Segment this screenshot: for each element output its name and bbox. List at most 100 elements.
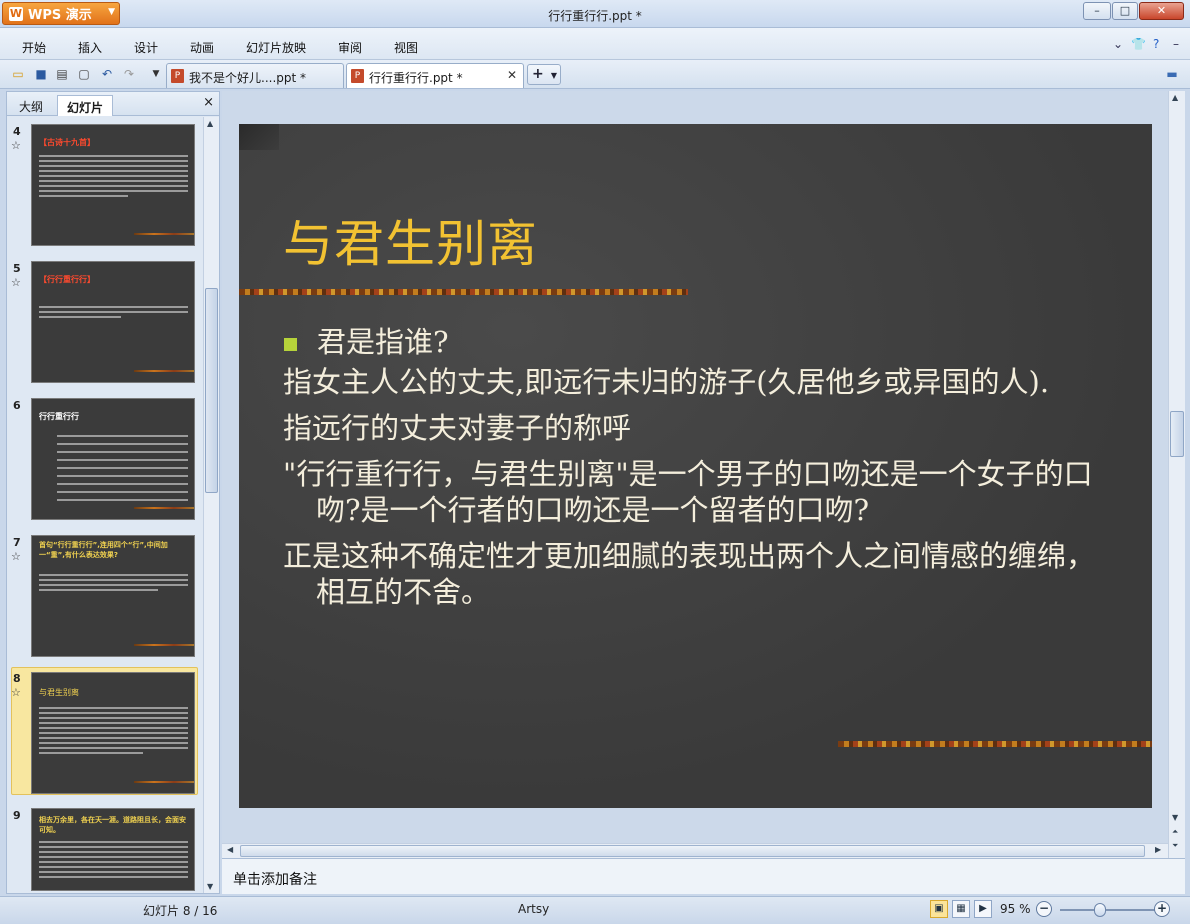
notes-pane[interactable]: 单击添加备注 <box>222 858 1185 894</box>
slide-number: 5 <box>13 262 21 275</box>
thumbnail-title: 行行重行行 <box>39 412 79 421</box>
slide-thumbnail-4[interactable]: 【古诗十九首】 <box>31 124 195 246</box>
minimize-button[interactable]: – <box>1083 2 1111 20</box>
current-slide[interactable]: 与君生别离 君是指谁? 指女主人公的丈夫,即远行未归的游子(久居他乡或异国的人)… <box>239 124 1152 808</box>
quick-access-toolbar: ▭ ■ ▤ ▢ ↶ ↷ ▼ P 我不是个好儿....ppt * P 行行重行行.… <box>0 60 1190 89</box>
slide-corner-decoration <box>239 124 279 150</box>
close-panel-icon[interactable]: × <box>203 95 214 110</box>
thumbnail-stripe <box>134 644 194 646</box>
thumbnail-stripe <box>134 370 194 372</box>
menu-design[interactable]: 设计 <box>134 39 158 56</box>
thumbnail-stripe <box>134 507 194 509</box>
thumbnail-text-lines <box>39 841 188 881</box>
undo-icon[interactable]: ↶ <box>99 66 115 82</box>
scroll-up-icon[interactable]: ▲ <box>207 119 213 128</box>
document-tab-2[interactable]: P 行行重行行.ppt * ✕ <box>346 63 524 88</box>
zoom-in-icon[interactable]: + <box>1154 901 1170 917</box>
tab-outline[interactable]: 大纲 <box>10 95 52 116</box>
tab-slides[interactable]: 幻灯片 <box>57 95 114 116</box>
zoom-level: 95 % <box>1000 902 1031 916</box>
print-preview-icon[interactable]: ▢ <box>76 66 92 82</box>
document-tab-label: 我不是个好儿....ppt * <box>189 71 307 85</box>
slide-thumbnail-5[interactable]: 【行行重行行】 <box>31 261 195 383</box>
normal-view-icon[interactable]: ▣ <box>930 900 948 918</box>
menu-review[interactable]: 审阅 <box>338 39 362 56</box>
slide-number: 8 <box>13 672 21 685</box>
status-bar: 幻灯片 8 / 16 Artsy ▣ ▦ ▶ 95 % − + <box>0 896 1190 924</box>
thumbnail-text-lines <box>39 306 188 321</box>
panel-tabs: 大纲 幻灯片 × <box>7 92 219 116</box>
panel-scrollbar[interactable]: ▲ ▼ <box>203 117 219 893</box>
zoom-slider-thumb[interactable] <box>1094 903 1106 917</box>
zoom-slider-track[interactable] <box>1060 909 1155 911</box>
menu-slideshow[interactable]: 幻灯片放映 <box>246 39 306 56</box>
close-button[interactable]: ✕ <box>1139 2 1184 20</box>
slide-sorter-view-icon[interactable]: ▦ <box>952 900 970 918</box>
scroll-down-icon[interactable]: ▼ <box>1172 813 1178 822</box>
window-layout-icon[interactable]: ▬ <box>1164 66 1180 82</box>
decorative-stripe-top <box>239 289 688 295</box>
slide-counter: 幻灯片 8 / 16 <box>143 904 218 918</box>
scroll-thumb[interactable] <box>205 288 218 493</box>
redo-icon[interactable]: ↷ <box>121 66 137 82</box>
thumbnail-text-lines <box>39 574 188 594</box>
next-slide-icon[interactable]: ⏷ <box>1172 841 1178 851</box>
window-title: 行行重行行.ppt * <box>548 9 642 23</box>
animation-star-icon: ☆ <box>11 550 21 563</box>
horizontal-scrollbar[interactable]: ◀ ▶ <box>222 843 1168 858</box>
thumbnail-title: 【行行重行行】 <box>39 275 95 284</box>
minimize-ribbon-icon[interactable]: – <box>1173 37 1179 51</box>
scroll-left-icon[interactable]: ◀ <box>227 845 233 854</box>
slideshow-view-icon[interactable]: ▶ <box>974 900 992 918</box>
menu-view[interactable]: 视图 <box>394 39 418 56</box>
slide-number: 6 <box>13 399 21 412</box>
customize-toolbar-icon[interactable]: ▼ <box>148 66 164 82</box>
thumbnail-text-lines <box>39 707 188 757</box>
zoom-out-icon[interactable]: − <box>1036 901 1052 917</box>
help-icon[interactable]: ? <box>1153 37 1159 51</box>
vertical-scrollbar[interactable]: ▲ ▼ ⏶ ⏷ <box>1168 91 1185 858</box>
chevron-down-icon: ▼ <box>550 71 557 80</box>
maximize-button[interactable]: □ <box>1112 2 1138 20</box>
menu-home[interactable]: 开始 <box>22 39 46 56</box>
ppt-file-icon: P <box>171 69 184 83</box>
skin-icon[interactable]: 👕 <box>1131 37 1146 51</box>
scroll-down-icon[interactable]: ▼ <box>207 882 213 891</box>
scroll-right-icon[interactable]: ▶ <box>1155 845 1161 854</box>
thumbnail-stripe <box>134 781 194 783</box>
body-paragraph-3: "行行重行行，与君生别离"是一个男子的口吻还是一个女子的口吻?是一个行者的口吻还… <box>283 457 1093 527</box>
ppt-file-icon: P <box>351 69 364 83</box>
folder-open-icon[interactable]: ▭ <box>10 66 26 82</box>
thumbnail-stripe <box>134 233 194 235</box>
slide-number: 7 <box>13 536 21 549</box>
scroll-thumb[interactable] <box>1170 411 1184 457</box>
body-paragraph-4: 正是这种不确定性才更加细腻的表现出两个人之间情感的缠绵，相互的不舍。 <box>283 539 1096 609</box>
print-icon[interactable]: ▤ <box>54 66 70 82</box>
slide-thumbnail-7[interactable]: 首句“行行重行行”,连用四个“行”,中间加一“重”,有什么表达效果? <box>31 535 195 657</box>
thumbnail-title: 相去万余里，各在天一涯。道路阻且长，会面安可知。 <box>39 816 186 834</box>
previous-slide-icon[interactable]: ⏶ <box>1172 827 1178 837</box>
slide-title[interactable]: 与君生别离 <box>283 204 538 276</box>
collapse-ribbon-icon[interactable]: ⌄ <box>1113 37 1123 51</box>
title-bar: W WPS 演示 ▼ 行行重行行.ppt * – □ ✕ <box>0 0 1190 28</box>
close-tab-icon[interactable]: ✕ <box>507 68 517 82</box>
save-icon[interactable]: ■ <box>33 66 49 82</box>
square-bullet-icon <box>284 338 297 351</box>
thumbnail-text-lines <box>39 155 188 200</box>
slide-thumbnail-6[interactable]: 行行重行行 <box>31 398 195 520</box>
decorative-stripe-bottom <box>838 741 1152 747</box>
scroll-thumb[interactable] <box>240 845 1145 857</box>
scroll-up-icon[interactable]: ▲ <box>1172 93 1178 102</box>
menu-animation[interactable]: 动画 <box>190 39 214 56</box>
slide-thumbnail-9[interactable]: 相去万余里，各在天一涯。道路阻且长，会面安可知。 <box>31 808 195 891</box>
thumbnail-title: 与君生别离 <box>39 688 79 697</box>
document-tab-1[interactable]: P 我不是个好儿....ppt * <box>166 63 344 88</box>
slide-thumbnail-8[interactable]: 与君生别离 <box>31 672 195 794</box>
animation-star-icon: ☆ <box>11 686 21 699</box>
theme-name: Artsy <box>518 902 550 916</box>
menu-insert[interactable]: 插入 <box>78 39 102 56</box>
animation-star-icon: ☆ <box>11 276 21 289</box>
notes-placeholder: 单击添加备注 <box>233 872 317 888</box>
new-tab-button[interactable]: + ▼ <box>527 64 561 85</box>
slide-body[interactable]: 君是指谁? 指女主人公的丈夫,即远行未归的游子(久居他乡或异国的人). 指远行的… <box>283 324 1113 620</box>
